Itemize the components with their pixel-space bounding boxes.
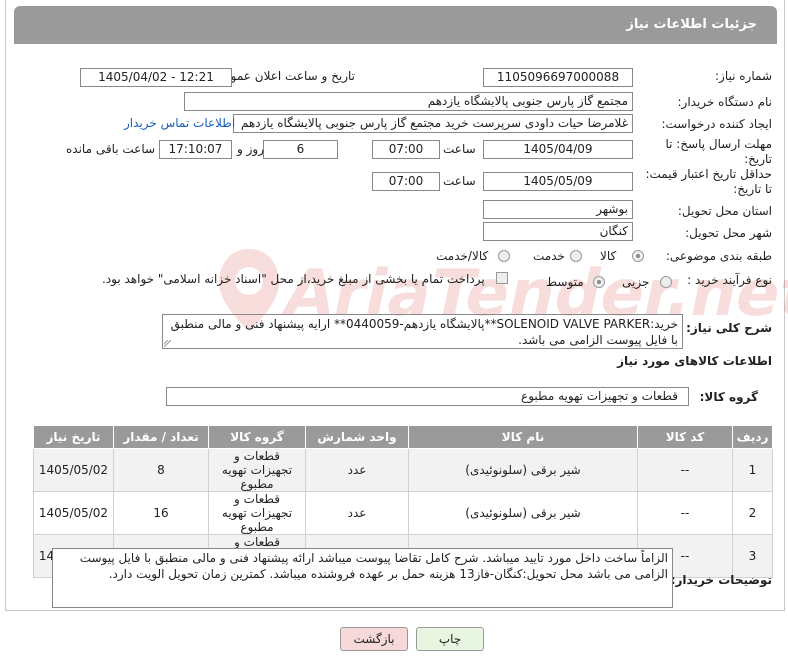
process-option-medium: متوسط xyxy=(546,275,584,289)
cell-group: قطعات و تجهیزات تهویه مطبوع xyxy=(208,491,306,535)
cell-need-date: 1405/05/02 xyxy=(33,491,114,535)
category-option-both: کالا/خدمت xyxy=(436,249,489,263)
days-remaining-field[interactable]: 6 xyxy=(263,140,338,159)
category-radio-both[interactable] xyxy=(498,250,510,262)
remaining-time-label: ساعت باقی مانده xyxy=(66,142,156,156)
cell-name: شیر برقی (سلونوئیدی) xyxy=(408,491,638,535)
table-header-row: ردیف کد کالا نام کالا واحد شمارش گروه کا… xyxy=(33,425,773,449)
buyer-org-field[interactable]: مجتمع گاز پارس جنوبی پالایشگاه یازدهم xyxy=(184,92,633,111)
province-field[interactable]: بوشهر xyxy=(483,200,633,219)
validity-date-field[interactable]: 1405/05/09 xyxy=(483,172,633,191)
buyer-org-label: نام دستگاه خریدار: xyxy=(677,95,773,109)
creator-label: ایجاد کننده درخواست: xyxy=(661,117,772,131)
province-label: استان محل تحویل: xyxy=(677,204,772,218)
cell-quantity: 8 xyxy=(113,448,209,492)
buyer-notes-label: توضیحات خریدار: xyxy=(670,573,772,587)
treasury-payment-note: پرداخت تمام یا بخشی از مبلغ خرید،از محل … xyxy=(102,272,485,286)
process-radio-medium[interactable] xyxy=(593,276,605,288)
description-text: خرید:SOLENOID VALVE PARKER**پالایشگاه یا… xyxy=(170,317,678,347)
deadline-time-field[interactable]: 07:00 xyxy=(372,140,440,159)
cell-row-number: 2 xyxy=(732,491,773,535)
col-header-unit: واحد شمارش xyxy=(305,425,409,449)
col-header-group: گروه کالا xyxy=(208,425,306,449)
city-label: شهر محل تحویل: xyxy=(685,226,772,240)
city-field[interactable]: کنگان xyxy=(483,222,633,241)
cell-row-number: 3 xyxy=(732,534,773,578)
validity-time-label: ساعت xyxy=(443,174,476,188)
col-header-quantity: تعداد / مقدار xyxy=(113,425,209,449)
cell-code: -- xyxy=(637,448,733,492)
resize-handle-icon[interactable] xyxy=(164,340,171,347)
process-option-minor: جزیی xyxy=(622,275,650,289)
description-textarea[interactable]: خرید:SOLENOID VALVE PARKER**پالایشگاه یا… xyxy=(162,314,683,349)
cell-need-date: 1405/05/02 xyxy=(33,448,114,492)
need-number-label: شماره نیاز: xyxy=(715,69,772,83)
process-label: نوع فرآیند خرید : xyxy=(687,273,772,287)
col-header-need-date: تاریخ نیاز xyxy=(33,425,114,449)
cell-group: قطعات و تجهیزات تهویه مطبوع xyxy=(208,448,306,492)
announce-date-field[interactable]: 1405/04/02 - 12:21 xyxy=(80,68,232,87)
buyer-notes-text: الزاماً ساخت داخل مورد تایید میباشد. شرح… xyxy=(79,551,668,581)
category-option-service: خدمت xyxy=(533,249,565,263)
treasury-payment-checkbox[interactable] xyxy=(496,272,508,284)
category-option-goods: کالا xyxy=(600,249,617,263)
days-label: روز و xyxy=(237,142,264,156)
validity-label: حداقل تاریخ اعتبار قیمت: xyxy=(645,167,772,181)
deadline-label-2: تاریخ: xyxy=(744,152,772,166)
back-button[interactable]: بازگشت xyxy=(340,627,408,651)
panel-header: جزئیات اطلاعات نیاز xyxy=(14,6,777,44)
goods-group-field[interactable]: قطعات و تجهیزات تهویه مطبوع xyxy=(166,387,689,406)
cell-unit: عدد xyxy=(305,491,409,535)
deadline-date-field[interactable]: 1405/04/09 xyxy=(483,140,633,159)
cell-quantity: 16 xyxy=(113,491,209,535)
goods-group-label: گروه کالا: xyxy=(699,390,758,404)
table-row[interactable]: 2 -- شیر برقی (سلونوئیدی) عدد قطعات و تج… xyxy=(33,491,773,535)
cell-row-number: 1 xyxy=(732,448,773,492)
category-radio-service[interactable] xyxy=(570,250,582,262)
table-row[interactable]: 1 -- شیر برقی (سلونوئیدی) عدد قطعات و تج… xyxy=(33,448,773,492)
category-label: طبقه بندی موضوعی: xyxy=(665,249,772,263)
goods-info-title: اطلاعات کالاهای مورد نیاز xyxy=(617,354,772,368)
description-label: شرح کلی نیاز: xyxy=(686,321,772,335)
process-radio-minor[interactable] xyxy=(660,276,672,288)
buyer-contact-link[interactable]: اطلاعات تماس خریدار xyxy=(124,116,235,130)
category-radio-goods[interactable] xyxy=(632,250,644,262)
cell-code: -- xyxy=(637,491,733,535)
validity-label-2: تا تاریخ: xyxy=(733,182,772,196)
print-button[interactable]: چاپ xyxy=(416,627,484,651)
page-title: جزئیات اطلاعات نیاز xyxy=(626,17,757,32)
validity-time-field[interactable]: 07:00 xyxy=(372,172,440,191)
need-number-field[interactable]: 1105096697000088 xyxy=(483,68,633,87)
remaining-time-field[interactable]: 17:10:07 xyxy=(159,140,232,159)
cell-unit: عدد xyxy=(305,448,409,492)
deadline-label: مهلت ارسال پاسخ: تا xyxy=(665,137,772,151)
col-header-row-number: ردیف xyxy=(732,425,773,449)
cell-name: شیر برقی (سلونوئیدی) xyxy=(408,448,638,492)
buyer-notes-textarea[interactable]: الزاماً ساخت داخل مورد تایید میباشد. شرح… xyxy=(52,548,673,608)
col-header-code: کد کالا xyxy=(637,425,733,449)
creator-field[interactable]: غلامرضا حیات داودی سرپرست خرید مجتمع گاز… xyxy=(233,114,633,133)
col-header-name: نام کالا xyxy=(408,425,638,449)
deadline-time-label: ساعت xyxy=(443,142,476,156)
